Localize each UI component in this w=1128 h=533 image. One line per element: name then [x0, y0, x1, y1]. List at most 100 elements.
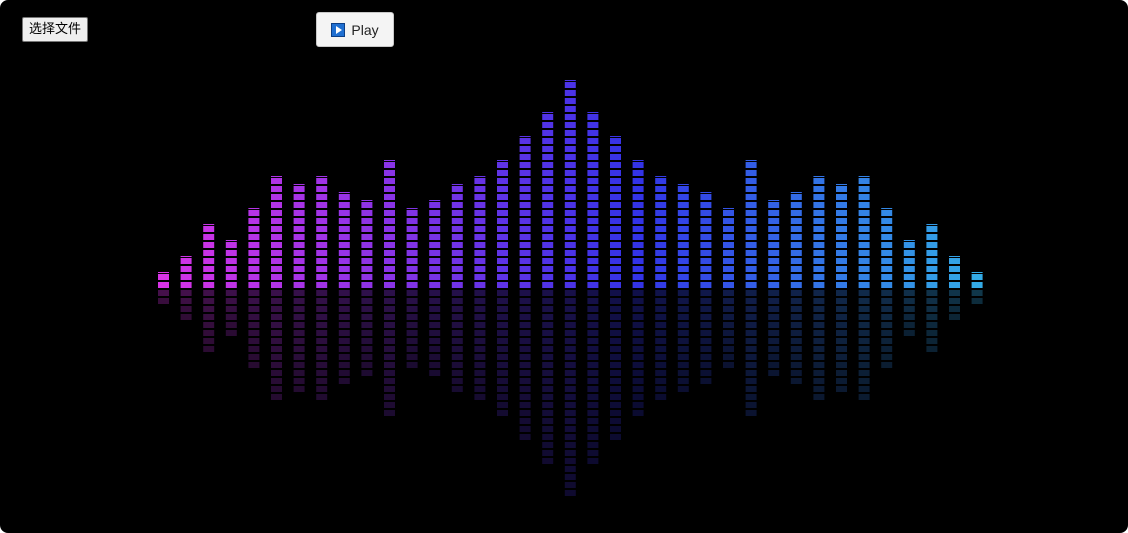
bar-reflection-segment [158, 298, 169, 304]
bar-reflection-segment [338, 298, 350, 304]
spectrum-bar [406, 208, 418, 368]
bar-reflection-segment [248, 314, 260, 320]
bar-segment [542, 250, 554, 256]
bar-reflection-segment [926, 306, 938, 312]
bar-reflection-segment [316, 290, 328, 296]
bar-reflection-segment [587, 378, 599, 384]
bar-segment [768, 282, 780, 288]
bar-reflection-segment [564, 410, 576, 416]
bar-reflection-segment [384, 322, 395, 328]
bar-reflection-segment [248, 330, 260, 336]
bar-reflection-segment [271, 290, 282, 296]
bar-segment [677, 210, 689, 216]
bar-segment [610, 194, 621, 200]
bar-segment [564, 114, 576, 120]
bar-segment [338, 282, 350, 288]
bar-reflection-segment [949, 314, 960, 320]
bar-reflection-segment [497, 306, 508, 312]
bar-reflection-segment [587, 434, 599, 440]
bar-segment [225, 266, 237, 272]
spectrum-bar [248, 208, 260, 368]
bar-segment [248, 242, 260, 248]
bar-reflection-segment [610, 362, 621, 368]
bar-segment [677, 250, 689, 256]
bar-segment [542, 282, 554, 288]
bar-reflection-segment [723, 322, 734, 328]
bar-segment [813, 210, 825, 216]
bar-reflection-segment [293, 298, 305, 304]
spectrum-bar [203, 224, 215, 352]
bar-reflection-segment [971, 298, 983, 304]
bar-reflection-segment [564, 490, 576, 496]
bar-segment [745, 250, 757, 256]
bar-reflection-segment [564, 354, 576, 360]
bar-segment [655, 194, 667, 200]
audio-spectrum-visualizer [158, 80, 983, 496]
bar-segment [429, 242, 441, 248]
bar-segment [384, 194, 395, 200]
bar-segment [632, 186, 644, 192]
spectrum-bar [361, 200, 373, 376]
bar-segment [429, 234, 441, 240]
bar-reflection-segment [632, 354, 644, 360]
bar-reflection-segment [745, 346, 757, 352]
bar-segment [587, 162, 599, 168]
bar-reflection-segment [474, 386, 486, 392]
bar-reflection-segment [474, 370, 486, 376]
bar-peak-cap [316, 176, 328, 177]
bar-reflection-segment [338, 354, 350, 360]
bar-segment [271, 282, 282, 288]
bar-segment [564, 226, 576, 232]
bar-segment [158, 274, 169, 280]
bar-segment [723, 258, 734, 264]
bar-segment [406, 266, 418, 272]
bar-reflection-segment [361, 298, 373, 304]
bar-segment [564, 194, 576, 200]
spectrum-bar [384, 160, 395, 416]
bar-segment [790, 202, 802, 208]
bar-segment [632, 266, 644, 272]
bar-segment [429, 258, 441, 264]
bar-segment [677, 218, 689, 224]
bar-reflection-segment [384, 410, 395, 416]
bar-segment [474, 234, 486, 240]
bar-reflection-segment [564, 458, 576, 464]
bar-segment [926, 242, 938, 248]
bar-reflection-segment [497, 338, 508, 344]
bar-reflection-segment [519, 330, 531, 336]
spectrum-bar [790, 192, 802, 384]
bar-segment [655, 178, 667, 184]
bar-segment [406, 234, 418, 240]
bar-reflection-segment [158, 290, 169, 296]
bar-peak-cap [723, 208, 734, 209]
spectrum-bar [903, 240, 915, 336]
spectrum-bar [542, 112, 554, 464]
bar-segment [384, 234, 395, 240]
bar-segment [316, 242, 328, 248]
spectrum-bar [768, 200, 780, 376]
bar-segment [451, 226, 463, 232]
bar-reflection-segment [836, 290, 847, 296]
bar-reflection-segment [542, 458, 554, 464]
bar-reflection-segment [903, 314, 915, 320]
bar-segment [564, 178, 576, 184]
bar-reflection-segment [451, 290, 463, 296]
bar-peak-cap [248, 208, 260, 209]
bar-reflection-segment [225, 298, 237, 304]
bar-reflection-segment [836, 298, 847, 304]
bar-segment [542, 154, 554, 160]
bar-reflection-segment [971, 290, 983, 296]
bar-reflection-segment [881, 314, 893, 320]
bar-reflection-segment [271, 330, 282, 336]
bar-segment [451, 186, 463, 192]
bar-segment [700, 250, 712, 256]
bar-segment [451, 282, 463, 288]
bar-segment [587, 266, 599, 272]
bar-segment [858, 250, 870, 256]
bar-reflection-segment [587, 426, 599, 432]
bar-segment [338, 218, 350, 224]
bar-reflection-segment [564, 330, 576, 336]
bar-reflection-segment [587, 298, 599, 304]
bar-segment [293, 258, 305, 264]
bar-reflection-segment [497, 298, 508, 304]
